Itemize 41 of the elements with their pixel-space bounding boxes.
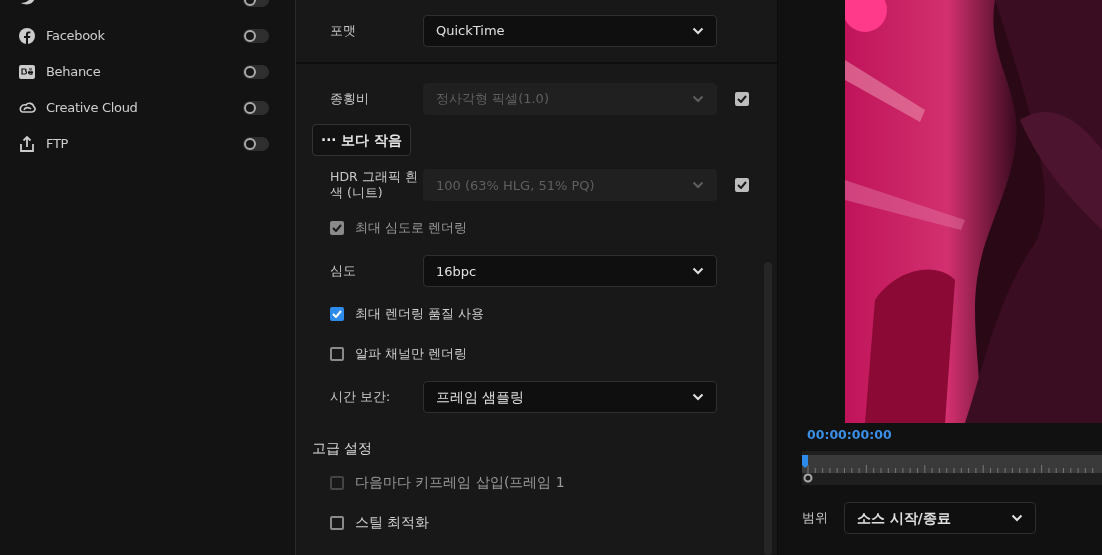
field-label: HDR 그래픽 흰색 (니트) <box>330 169 419 202</box>
service-label: FTP <box>46 135 70 154</box>
upload-icon <box>18 135 36 153</box>
service-label: Behance <box>46 63 102 82</box>
field-label: 포맷 <box>330 22 357 40</box>
toggle-switch[interactable] <box>243 137 269 151</box>
dropdown[interactable]: 16bpc <box>423 255 717 288</box>
dropdown[interactable]: 프레임 샘플링 <box>423 381 717 414</box>
checkbox-label: 알파 채널만 렌더링 <box>355 344 467 363</box>
section-heading: 고급 설정 <box>312 439 374 459</box>
checkbox[interactable] <box>330 307 344 322</box>
checkbox[interactable] <box>330 347 344 362</box>
toggle-switch[interactable] <box>243 29 269 43</box>
checkbox-label: 최대 심도로 렌더링 <box>355 218 467 237</box>
timecode: 00:00:00:00 <box>806 426 893 444</box>
checkbox-label: 다음마다 키프레임 삽입(프레임 1 <box>355 473 565 492</box>
field-label: 심도 <box>330 263 357 280</box>
in-point-icon[interactable] <box>803 473 813 483</box>
field-label: 시간 보간: <box>330 389 392 406</box>
chevron-icon <box>692 181 704 190</box>
facebook-icon <box>18 27 36 45</box>
checkbox[interactable] <box>330 515 344 530</box>
service-label: Facebook <box>46 27 106 46</box>
toggle-switch[interactable] <box>243 65 269 79</box>
service-label: Creative Cloud <box>46 99 139 118</box>
field-label: 범위 <box>802 509 828 527</box>
dropdown[interactable]: QuickTime <box>423 15 717 47</box>
dropdown[interactable]: 소스 시작/종료 <box>844 502 1036 534</box>
playhead-icon[interactable] <box>802 455 809 469</box>
timeline-ruler[interactable] <box>802 451 1102 485</box>
show-less-button[interactable]: ··· 보다 작음 <box>312 124 411 157</box>
chevron-icon <box>1011 514 1023 522</box>
chevron-icon <box>692 95 704 103</box>
behance-icon <box>18 63 36 81</box>
chevron-icon <box>692 393 704 402</box>
checkbox-label: 최대 렌더링 품질 사용 <box>355 304 484 323</box>
chevron-icon <box>692 267 704 276</box>
toggle-switch[interactable] <box>243 101 269 115</box>
checkbox-label: 스틸 최적화 <box>355 513 430 532</box>
chevron-icon <box>692 27 704 35</box>
field-label: 종횡비 <box>330 90 370 108</box>
